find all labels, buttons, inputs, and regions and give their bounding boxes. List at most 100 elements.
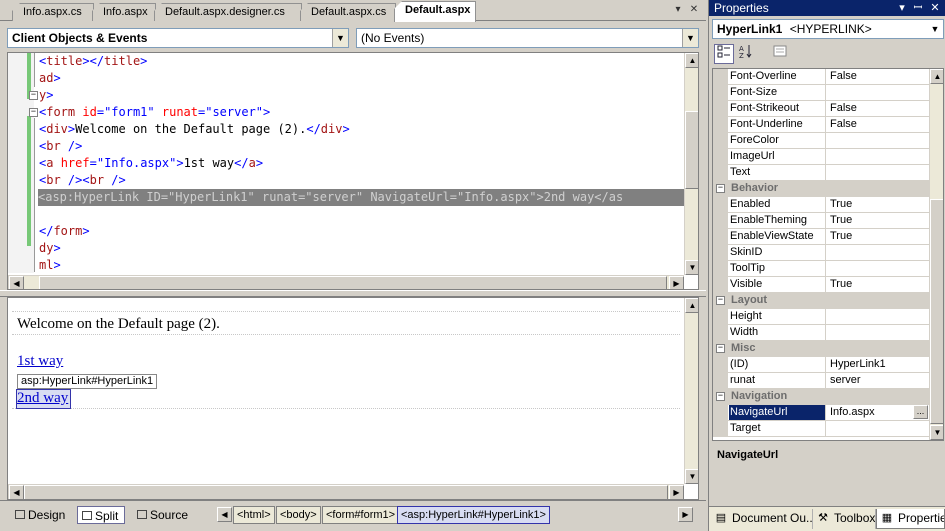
property-name[interactable]: Font-Size xyxy=(729,85,826,100)
property-value[interactable]: server xyxy=(827,373,929,388)
property-name[interactable]: Enabled xyxy=(729,197,826,212)
property-row-id[interactable]: (ID) HyperLink1 xyxy=(713,357,929,373)
client-objects-combo[interactable]: Client Objects & Events ▼ xyxy=(7,28,349,48)
chevron-down-icon[interactable]: ▼ xyxy=(682,29,698,47)
scroll-up-icon[interactable]: ▲ xyxy=(685,298,698,313)
tab-document-outline[interactable]: ▤ Document Ou... xyxy=(711,509,813,529)
property-row-height[interactable]: Height xyxy=(713,309,929,325)
ellipsis-button[interactable]: ... xyxy=(913,405,928,419)
scroll-down-icon[interactable]: ▼ xyxy=(685,260,698,275)
property-name[interactable]: Width xyxy=(729,325,826,340)
property-name[interactable]: Font-Strikeout xyxy=(729,101,826,116)
property-value[interactable] xyxy=(827,421,929,436)
property-row-target[interactable]: Target xyxy=(713,421,929,437)
property-name[interactable]: ForeColor xyxy=(729,133,826,148)
property-row-tooltip[interactable]: ToolTip xyxy=(713,261,929,277)
first-way-link[interactable]: 1st way xyxy=(17,353,63,370)
tab-default-aspx-designer-cs[interactable]: Default.aspx.designer.cs xyxy=(154,3,302,21)
property-value[interactable] xyxy=(827,149,929,164)
close-icon[interactable]: ✕ xyxy=(928,1,942,15)
split-divider[interactable] xyxy=(0,290,706,297)
property-name[interactable]: runat xyxy=(729,373,826,388)
property-value[interactable] xyxy=(827,309,929,324)
property-name[interactable]: Font-Underline xyxy=(729,117,826,132)
property-row-runat[interactable]: runat server xyxy=(713,373,929,389)
scroll-left-icon[interactable]: ◀ xyxy=(217,507,232,522)
property-value[interactable]: False xyxy=(827,117,929,132)
property-row-font-size[interactable]: Font-Size xyxy=(713,85,929,101)
property-value[interactable] xyxy=(827,165,929,180)
property-name[interactable]: Text xyxy=(729,165,826,180)
property-row-enableviewstate[interactable]: EnableViewState True xyxy=(713,229,929,245)
property-name[interactable]: Target xyxy=(729,421,826,436)
collapse-icon[interactable]: − xyxy=(29,108,38,117)
collapse-icon[interactable]: − xyxy=(29,91,38,100)
tab-dropdown-icon[interactable]: ▾ xyxy=(672,4,684,16)
design-surface[interactable]: Welcome on the Default page (2). 1st way… xyxy=(7,297,699,500)
auto-hide-pin-icon[interactable]: ꟷ xyxy=(911,1,925,15)
scroll-right-icon[interactable]: ▶ xyxy=(669,485,684,499)
property-name[interactable]: SkinID xyxy=(729,245,826,260)
property-value[interactable] xyxy=(827,261,929,276)
property-row-enabletheming[interactable]: EnableTheming True xyxy=(713,213,929,229)
tab-info-aspx-cs[interactable]: Info.aspx.cs xyxy=(12,3,94,21)
scroll-down-icon[interactable]: ▼ xyxy=(685,469,698,484)
design-horizontal-scrollbar[interactable]: ◀ ▶ xyxy=(8,484,684,499)
category-behavior[interactable]: − Behavior xyxy=(713,181,929,197)
split-view-button[interactable]: Split xyxy=(77,506,126,524)
property-row-font-strikeout[interactable]: Font-Strikeout False xyxy=(713,101,929,117)
property-value[interactable]: True xyxy=(827,213,929,228)
property-name[interactable]: EnableViewState xyxy=(729,229,826,244)
selected-hyperlink[interactable]: 2nd way xyxy=(16,389,71,409)
breadcrumb-hyperlink[interactable]: <asp:HyperLink#HyperLink1> xyxy=(397,506,550,524)
property-name[interactable]: Visible xyxy=(729,277,826,292)
property-value[interactable]: False xyxy=(827,69,929,84)
scroll-up-icon[interactable]: ▲ xyxy=(930,69,943,84)
property-row-enabled[interactable]: Enabled True xyxy=(713,197,929,213)
scroll-thumb[interactable] xyxy=(685,111,698,189)
property-value[interactable]: False xyxy=(827,101,929,116)
close-document-icon[interactable]: ✕ xyxy=(688,4,700,16)
code-vertical-scrollbar[interactable]: ▲ ▼ xyxy=(684,53,698,275)
tab-default-aspx[interactable]: Default.aspx xyxy=(394,1,476,22)
property-name[interactable]: NavigateUrl xyxy=(729,405,826,420)
scroll-down-icon[interactable]: ▼ xyxy=(930,425,943,440)
property-grid-scrollbar[interactable]: ▲ ▼ xyxy=(929,69,943,440)
property-row-width[interactable]: Width xyxy=(713,325,929,341)
property-row-visible[interactable]: Visible True xyxy=(713,277,929,293)
scroll-thumb[interactable] xyxy=(930,199,943,424)
chevron-down-icon[interactable]: ▼ xyxy=(927,20,943,38)
scroll-left-icon[interactable]: ◀ xyxy=(9,485,24,499)
tab-properties[interactable]: ▦ Properties xyxy=(876,509,945,529)
tab-info-aspx[interactable]: Info.aspx xyxy=(92,3,156,21)
property-row-imageurl[interactable]: ImageUrl xyxy=(713,149,929,165)
property-name[interactable]: ImageUrl xyxy=(729,149,826,164)
category-navigation[interactable]: − Navigation xyxy=(713,389,929,405)
property-name[interactable]: Height xyxy=(729,309,826,324)
scroll-left-icon[interactable]: ◀ xyxy=(9,276,24,289)
property-name[interactable]: EnableTheming xyxy=(729,213,826,228)
events-combo[interactable]: (No Events) ▼ xyxy=(356,28,699,48)
property-value[interactable]: True xyxy=(827,197,929,212)
property-row-forecolor[interactable]: ForeColor xyxy=(713,133,929,149)
property-row-font-overline[interactable]: Font-Overline False xyxy=(713,69,929,85)
category-misc[interactable]: − Misc xyxy=(713,341,929,357)
property-value[interactable]: HyperLink1 xyxy=(827,357,929,372)
property-value[interactable] xyxy=(827,325,929,340)
categorized-icon[interactable] xyxy=(714,44,734,64)
property-value[interactable]: True xyxy=(827,229,929,244)
category-layout[interactable]: − Layout xyxy=(713,293,929,309)
breadcrumb-form[interactable]: <form#form1> xyxy=(322,506,400,524)
property-row-navigateurl[interactable]: NavigateUrl Info.aspx... xyxy=(713,405,929,421)
source-editor[interactable]: − − <title></title> ad> y> <form id="for… xyxy=(7,52,699,290)
property-value[interactable] xyxy=(827,85,929,100)
tab-default-aspx-cs[interactable]: Default.aspx.cs xyxy=(300,3,396,21)
scroll-right-icon[interactable]: ▶ xyxy=(678,507,693,522)
property-name[interactable]: ToolTip xyxy=(729,261,826,276)
property-name[interactable]: (ID) xyxy=(729,357,826,372)
window-position-icon[interactable]: ▾ xyxy=(895,1,909,15)
property-row-font-underline[interactable]: Font-Underline False xyxy=(713,117,929,133)
property-grid[interactable]: Font-Overline False Font-Size Font-Strikeou… xyxy=(712,68,944,441)
code-horizontal-scrollbar[interactable]: ◀ ▶ xyxy=(8,275,684,289)
collapse-icon[interactable]: − xyxy=(716,392,725,401)
